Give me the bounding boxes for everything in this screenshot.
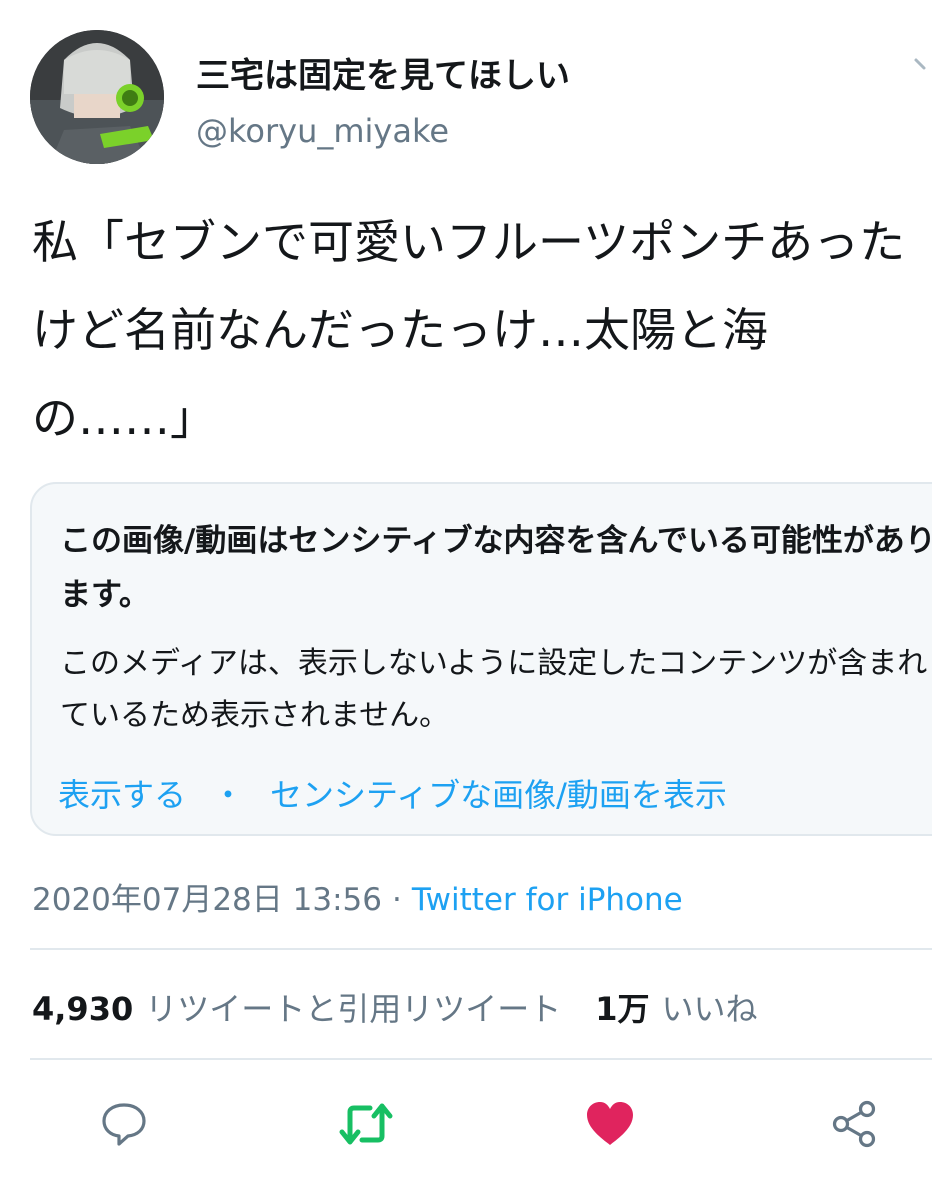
show-media-link[interactable]: 表示する [58, 776, 186, 814]
reply-icon[interactable] [96, 1096, 152, 1152]
user-handle[interactable]: @koryu_miyake [196, 112, 449, 150]
retweet-stat[interactable]: 4,930 リツイートと引用リツイート [32, 990, 561, 1028]
divider [30, 1058, 932, 1060]
display-name[interactable]: 三宅は固定を見てほしい [196, 48, 570, 97]
like-icon[interactable] [582, 1096, 638, 1152]
tweet-text: 私「セブンで可愛いフルーツポンチあったけど名前なんだったっけ…太陽と海の……」 [32, 215, 906, 445]
sensitive-settings-link[interactable]: センシティブな画像/動画を表示 [270, 776, 727, 814]
like-stat-label: いいね [661, 990, 758, 1028]
notice-body: このメディアは、表示しないように設定したコンテンツが含まれているため表示されませ… [60, 646, 928, 733]
source-link[interactable]: Twitter for iPhone [412, 882, 683, 918]
retweet-count: 4,930 [32, 990, 134, 1028]
tweet-stats: 4,930 リツイートと引用リツイート 1万 いいね [32, 984, 758, 1030]
divider [30, 948, 932, 950]
timestamp[interactable]: 2020年07月28日 13:56 [32, 882, 382, 918]
notice-separator: ・ [212, 776, 245, 814]
avatar-illustration [30, 30, 164, 164]
avatar[interactable] [30, 30, 164, 164]
like-count: 1万 [595, 990, 650, 1028]
notice-actions: 表示する・センシティブな画像/動画を表示 [58, 770, 727, 816]
tweet-meta: 2020年07月28日 13:56 · Twitter for iPhone [32, 874, 683, 919]
chevron-down-icon[interactable] [912, 54, 932, 78]
retweet-icon[interactable] [338, 1096, 394, 1152]
notice-title: この画像/動画はセンシティブな内容を含んでいる可能性があります。 [60, 523, 932, 613]
retweet-stat-label: リツイートと引用リツイート [145, 990, 562, 1028]
meta-dot: · [391, 882, 402, 918]
sensitive-media-notice: この画像/動画はセンシティブな内容を含んでいる可能性があります。 このメディアは… [30, 482, 932, 836]
share-icon[interactable] [826, 1096, 882, 1152]
like-stat[interactable]: 1万 いいね [595, 990, 757, 1028]
